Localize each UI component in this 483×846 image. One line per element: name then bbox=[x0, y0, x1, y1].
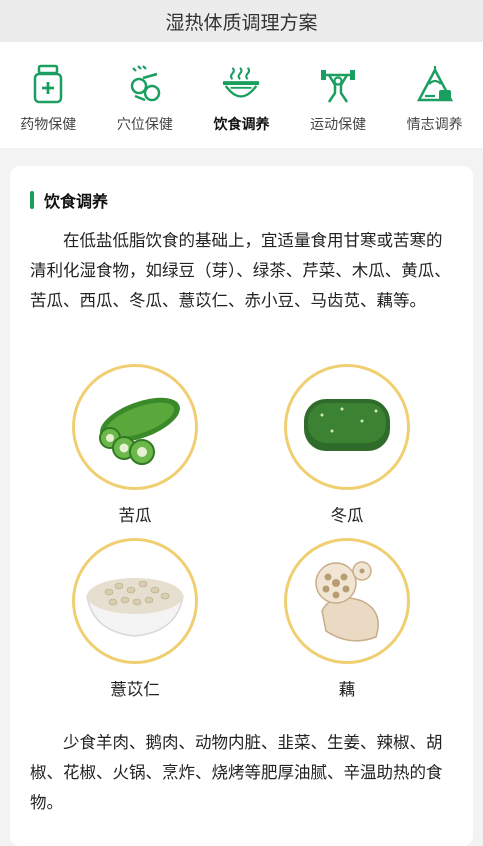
tab-diet[interactable]: 饮食调养 bbox=[193, 64, 289, 134]
accent-bar bbox=[30, 191, 34, 209]
section-header: 饮食调养 bbox=[30, 188, 108, 212]
tab-label: 运动保健 bbox=[310, 117, 367, 133]
diet-card: 饮食调养 在低盐低脂饮食的基础上，宜适量食用甘寒或苦寒的清利化湿食物，如绿豆（芽… bbox=[10, 166, 473, 846]
food-item-lotus-root: 藕 bbox=[277, 538, 417, 700]
food-name: 藕 bbox=[338, 680, 356, 699]
tab-emotion[interactable]: 情志调养 bbox=[387, 64, 483, 134]
category-tabs: 药物保健 穴位保健 饮食调养 运动保健 情志调养 bbox=[0, 42, 483, 148]
winter-melon-image bbox=[284, 364, 410, 490]
tab-medicine[interactable]: 药物保健 bbox=[0, 64, 96, 134]
food-item-bitter-melon: 苦瓜 bbox=[65, 364, 205, 526]
tab-acupoint[interactable]: 穴位保健 bbox=[97, 64, 193, 134]
tab-label: 情志调养 bbox=[406, 117, 463, 133]
tab-label: 药物保健 bbox=[20, 117, 77, 133]
intro-paragraph: 在低盐低脂饮食的基础上，宜适量食用甘寒或苦寒的清利化湿食物，如绿豆（芽）、绿茶、… bbox=[30, 231, 451, 310]
food-name: 薏苡仁 bbox=[110, 680, 160, 699]
exercise-icon bbox=[318, 64, 358, 104]
food-bowl-icon bbox=[221, 64, 261, 104]
coix-seed-image bbox=[72, 538, 198, 664]
lotus-root-image bbox=[284, 538, 410, 664]
emotion-icon bbox=[415, 64, 455, 104]
bitter-melon-image bbox=[72, 364, 198, 490]
food-item-coix-seed: 薏苡仁 bbox=[65, 538, 205, 700]
medicine-bottle-icon bbox=[28, 64, 68, 104]
acupoint-icon bbox=[125, 64, 165, 104]
tab-label: 饮食调养 bbox=[213, 117, 270, 133]
tab-exercise[interactable]: 运动保健 bbox=[290, 64, 386, 134]
page-title: 湿热体质调理方案 bbox=[0, 0, 483, 42]
food-name: 冬瓜 bbox=[330, 506, 364, 525]
tab-label: 穴位保健 bbox=[116, 117, 173, 133]
advice-paragraph: 少食羊肉、鹅肉、动物内脏、韭菜、生姜、辣椒、胡椒、花椒、火锅、烹炸、烧烤等肥厚油… bbox=[30, 733, 443, 812]
food-name: 苦瓜 bbox=[118, 506, 152, 525]
section-title: 饮食调养 bbox=[44, 192, 109, 211]
food-item-winter-melon: 冬瓜 bbox=[277, 364, 417, 526]
